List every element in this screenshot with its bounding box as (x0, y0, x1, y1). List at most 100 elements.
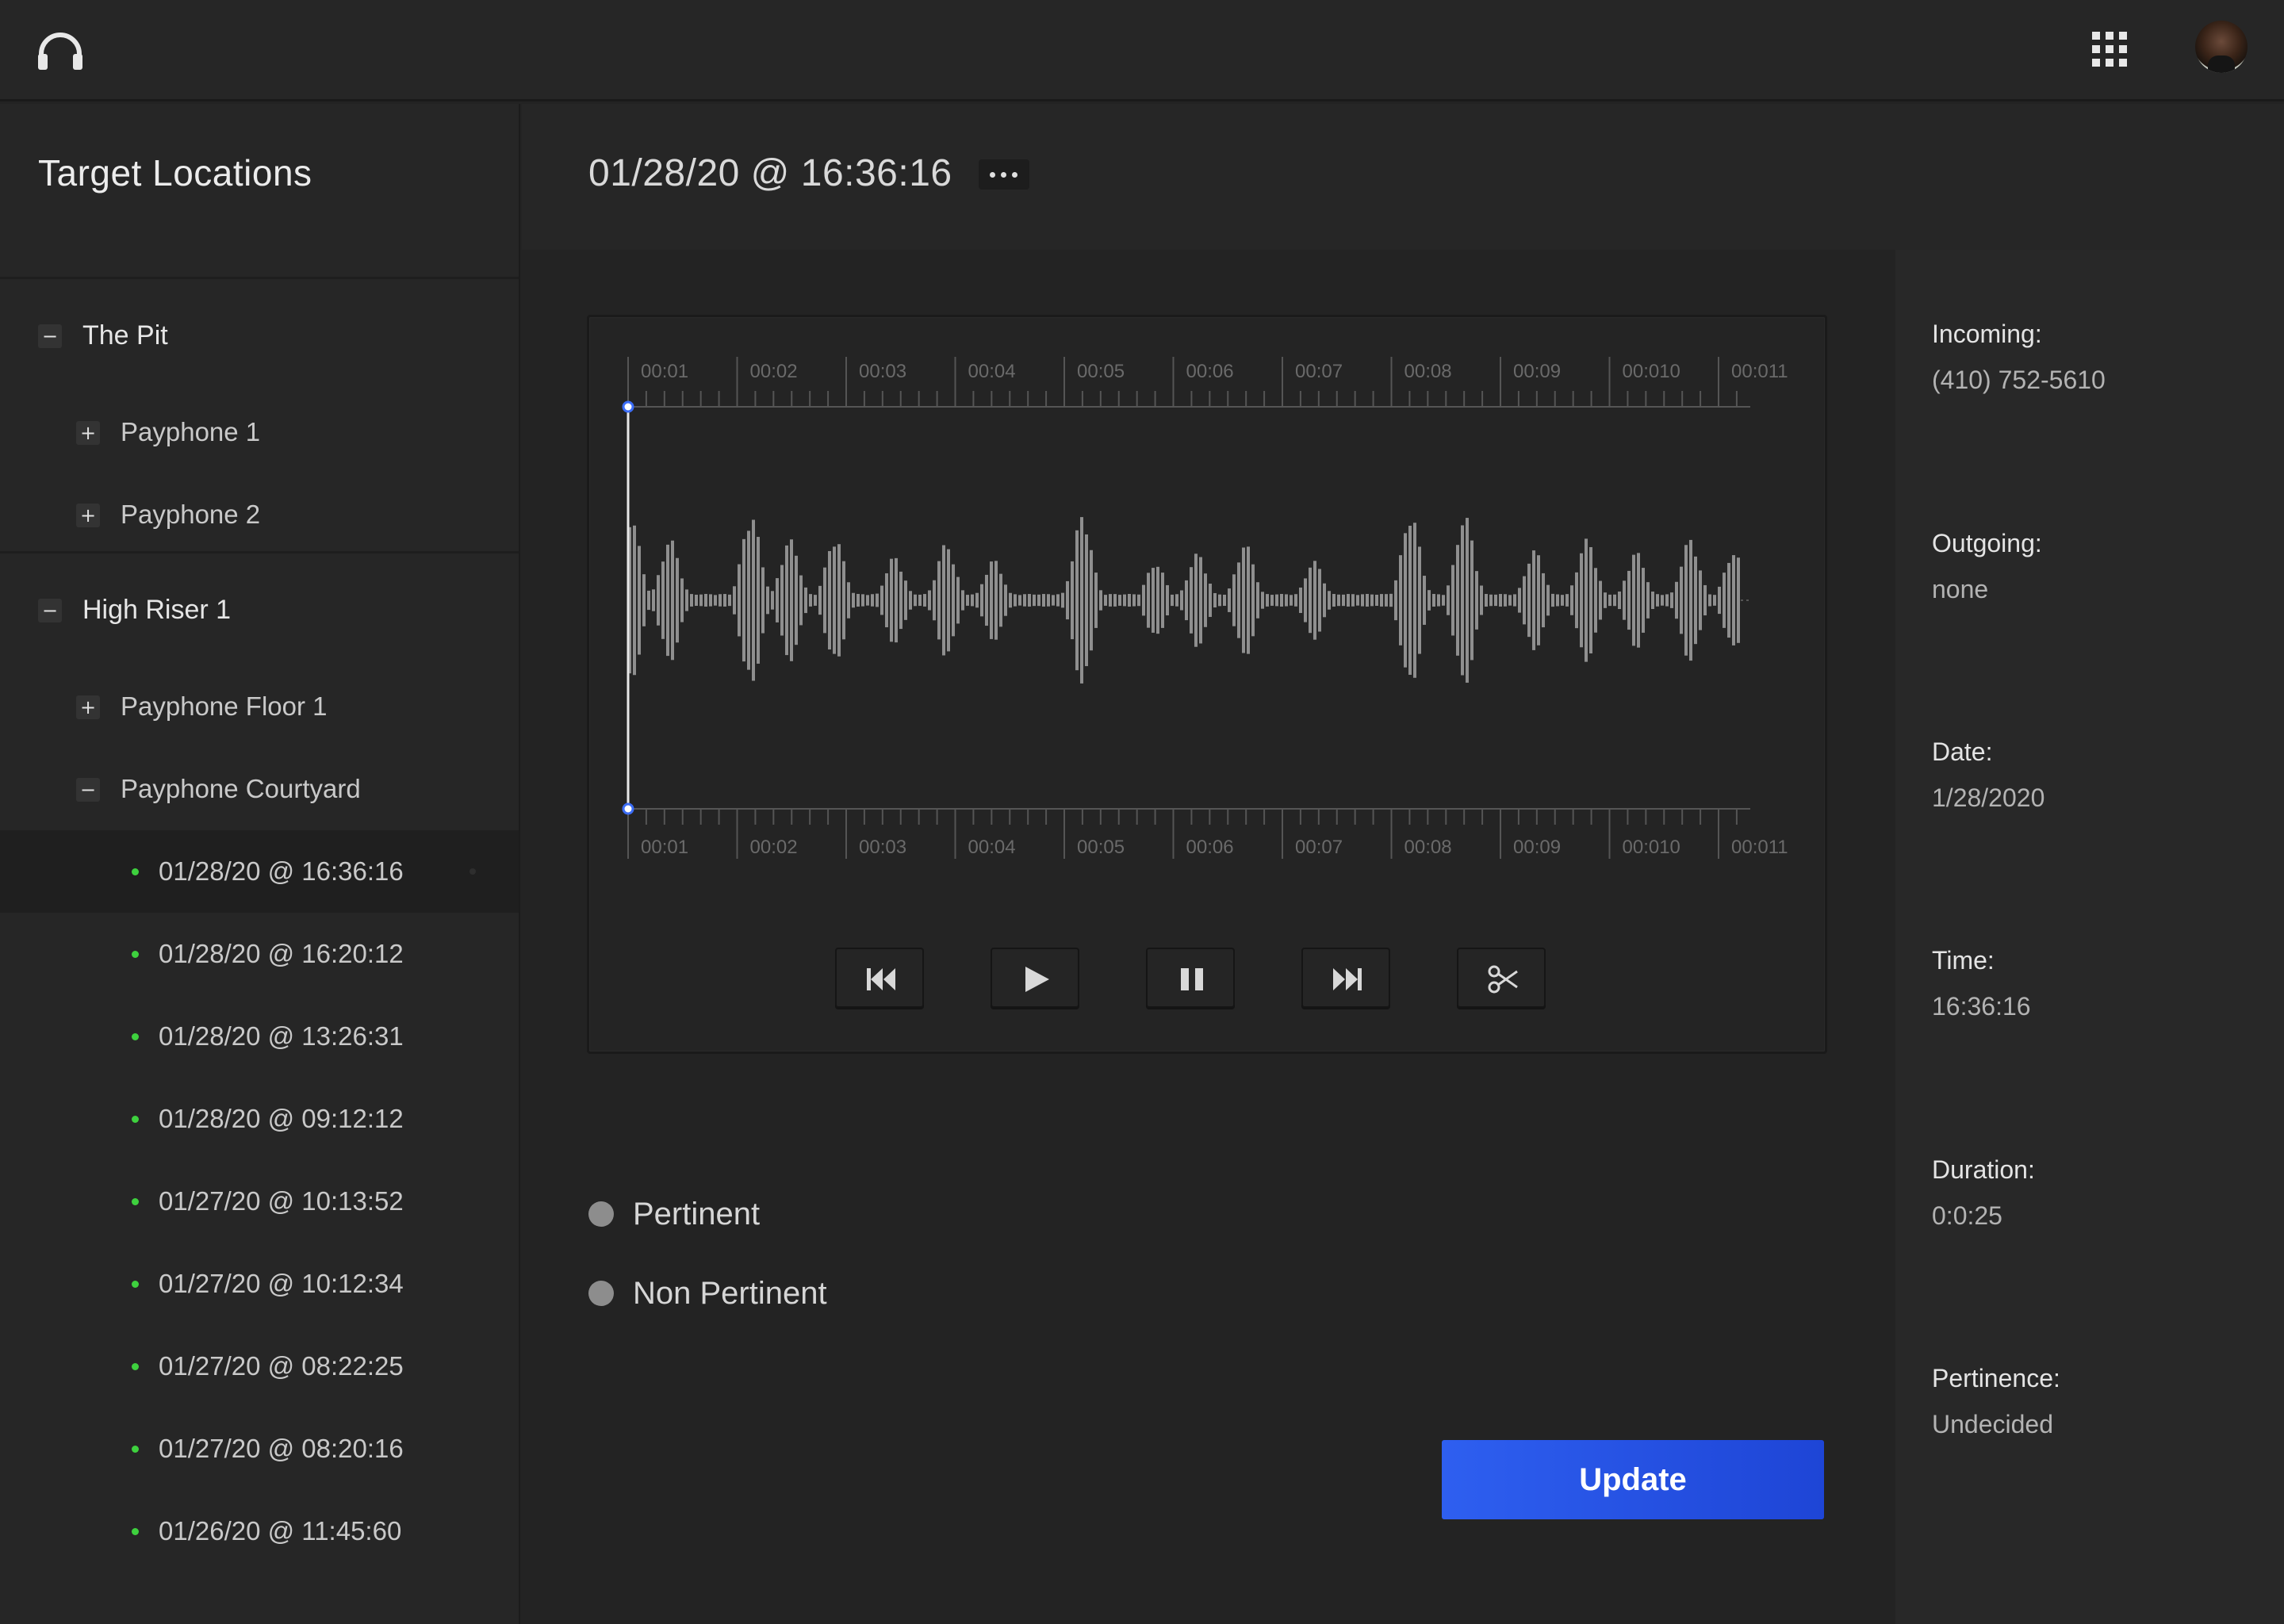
waveform-bar (1385, 594, 1388, 607)
waveform-bar (761, 567, 765, 634)
waveform-bar (956, 576, 960, 624)
waveform-bar (1394, 580, 1397, 621)
waveform-bar (1156, 566, 1159, 634)
more-options-button[interactable] (979, 159, 1029, 190)
outgoing-value: none (1932, 575, 1989, 603)
waveform-bar (1152, 568, 1155, 633)
waveform-bar (1132, 594, 1136, 607)
top-ruler-tick-label: 00:07 (1295, 361, 1343, 382)
top-ruler-tick-label: 00:05 (1077, 361, 1125, 382)
tree-item-payphone-1[interactable]: + Payphone 1 (0, 391, 519, 473)
waveform-bar (847, 582, 850, 619)
waveform-bar (904, 580, 907, 620)
recording-item[interactable]: 01/27/20 @ 10:12:34 (0, 1243, 519, 1325)
waveform-bar (856, 594, 860, 607)
waveform-bar (837, 544, 841, 657)
recording-item[interactable]: 01/28/20 @ 09:12:12 (0, 1078, 519, 1160)
waveform-bar (1627, 570, 1631, 630)
play-button[interactable] (991, 948, 1079, 1008)
waveform-bar (1275, 594, 1278, 607)
waveform-bar (1523, 576, 1526, 625)
status-dot (132, 1198, 139, 1205)
recording-label: 01/28/20 @ 16:20:12 (159, 939, 404, 968)
bottom-ruler-tick-label: 00:08 (1405, 837, 1452, 858)
waveform-bar (1228, 588, 1231, 612)
waveform-bar (1071, 561, 1074, 640)
expand-icon[interactable]: + (76, 504, 100, 527)
waveform-bar (1213, 592, 1217, 608)
waveform-bars (628, 517, 1750, 684)
waveform-bar (657, 575, 660, 626)
recording-item[interactable]: 01/26/20 @ 11:45:60 (0, 1490, 519, 1572)
expand-icon[interactable]: + (76, 695, 100, 719)
avatar[interactable] (2195, 21, 2248, 73)
status-dot (132, 1033, 139, 1040)
radio-pertinent[interactable]: Pertinent (587, 1189, 904, 1237)
recording-item[interactable]: 01/27/20 @ 10:13:52 (0, 1160, 519, 1243)
radio-circle[interactable] (588, 1281, 614, 1306)
waveform-bar (1099, 590, 1102, 611)
waveform-bar (1546, 584, 1550, 616)
more-horizontal-icon (990, 172, 995, 178)
incoming-value: (410) 752-5610 (1932, 366, 2106, 394)
waveform-bar (1171, 594, 1174, 607)
waveform-bar (1242, 547, 1245, 653)
skip-back-button[interactable] (835, 948, 924, 1008)
apps-grid-icon[interactable] (2090, 30, 2129, 68)
waveform-bar (1004, 584, 1007, 616)
recording-item-selected[interactable]: 01/28/20 @ 16:36:16 (0, 830, 519, 913)
bottom-ruler-tick-label: 00:07 (1295, 837, 1343, 858)
waveform-bar (918, 594, 922, 607)
waveform[interactable]: 00:01 00:02 00:03 00:04 00:05 00:06 00:07 00:08… (589, 317, 1830, 872)
tree-item-the-pit[interactable]: − The Pit (0, 294, 519, 377)
waveform-bar (1703, 584, 1707, 616)
expand-icon[interactable]: + (76, 421, 100, 445)
collapse-icon[interactable]: − (76, 778, 100, 802)
waveform-bar (1466, 518, 1469, 683)
waveform-bar (1456, 545, 1459, 656)
tree-item-payphone-floor-1[interactable]: + Payphone Floor 1 (0, 665, 519, 748)
waveform-bar (1028, 594, 1031, 607)
status-dot (132, 1528, 139, 1535)
recording-item[interactable]: 01/27/20 @ 08:20:16 (0, 1408, 519, 1490)
pause-button[interactable] (1146, 948, 1235, 1008)
waveform-bar (1699, 570, 1702, 630)
waveform-bar (738, 564, 741, 637)
waveform-bar (1389, 593, 1393, 607)
page-title: 01/28/20 @ 16:36:16 (588, 152, 952, 194)
tree-item-label: Payphone 1 (121, 417, 261, 446)
headphones-icon[interactable] (35, 30, 86, 71)
clip-button[interactable] (1457, 948, 1546, 1008)
waveform-bar (1727, 562, 1730, 638)
waveform-bar (680, 578, 684, 622)
tree-item-label: High Riser 1 (82, 595, 232, 625)
radio-non-pertinent[interactable]: Non Pertinent (587, 1269, 904, 1316)
tree-item-high-riser-1[interactable]: − High Riser 1 (0, 569, 519, 651)
waveform-bar (1261, 592, 1264, 609)
recording-header: 01/28/20 @ 16:36:16 (522, 104, 2284, 250)
waveform-bar (1328, 591, 1331, 610)
collapse-icon[interactable]: − (38, 599, 62, 622)
waveform-bar (1580, 553, 1583, 648)
waveform-bar (1437, 594, 1440, 607)
tree-item-payphone-courtyard[interactable]: − Payphone Courtyard (0, 748, 519, 830)
skip-forward-button[interactable] (1301, 948, 1390, 1008)
recording-item[interactable]: 01/28/20 @ 16:20:12 (0, 913, 519, 995)
update-button[interactable]: Update (1442, 1440, 1824, 1519)
waveform-bar (1532, 550, 1535, 650)
recording-item[interactable]: 01/27/20 @ 08:22:25 (0, 1325, 519, 1408)
waveform-bar (1199, 557, 1202, 644)
waveform-bar (1280, 594, 1283, 607)
waveform-bar (961, 590, 964, 611)
pertinence-label: Pertinence: (1932, 1364, 2060, 1392)
waveform-bar (1090, 550, 1093, 651)
waveform-bar (799, 575, 803, 626)
tree-item-payphone-2[interactable]: + Payphone 2 (0, 473, 519, 556)
status-dot (132, 1446, 139, 1453)
recording-item[interactable]: 01/28/20 @ 13:26:31 (0, 995, 519, 1078)
sidebar-title: Target Locations (38, 152, 312, 193)
playhead[interactable] (622, 400, 634, 815)
waveform-bar (1451, 565, 1454, 636)
radio-circle[interactable] (588, 1201, 614, 1227)
collapse-icon[interactable]: − (38, 324, 62, 348)
